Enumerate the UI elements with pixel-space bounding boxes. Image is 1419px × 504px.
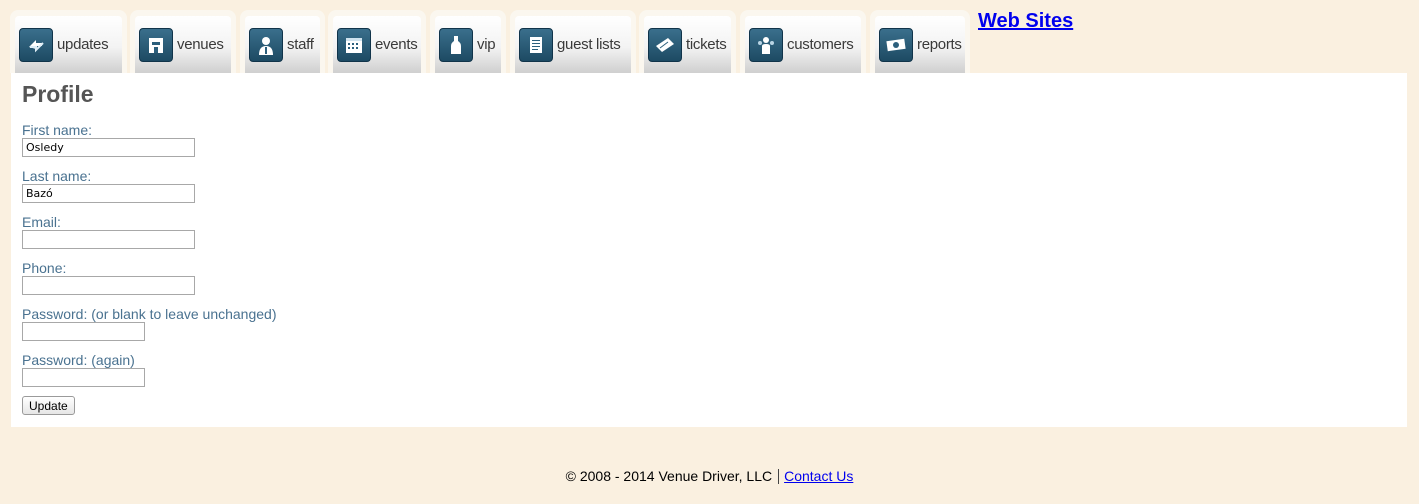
password-label: Password: (or blank to leave unchanged) <box>22 306 277 322</box>
bottle-icon <box>439 27 473 62</box>
tab-tickets-label: tickets <box>686 36 727 53</box>
tab-guest-lists-label: guest lists <box>557 36 621 53</box>
staff-person-icon <box>249 27 283 62</box>
customers-icon <box>749 27 783 62</box>
tab-customers-button[interactable]: customers <box>745 16 861 73</box>
main-nav: updates venues staff events vip guest li… <box>10 10 1410 74</box>
tab-vip-button[interactable]: vip <box>435 16 501 73</box>
profile-panel: Profile First name: Last name: Email: Ph… <box>11 73 1407 427</box>
copyright-text: © 2008 - 2014 Venue Driver, LLC <box>565 468 773 484</box>
tab-updates-button[interactable]: updates <box>15 16 122 73</box>
money-report-icon <box>879 27 913 62</box>
tab-vip-label: vip <box>477 36 496 53</box>
tab-staff[interactable]: staff <box>240 10 325 73</box>
tab-events-button[interactable]: events <box>333 16 421 73</box>
password-field-group: Password: (or blank to leave unchanged) <box>22 306 276 341</box>
tab-reports-label: reports <box>917 36 962 53</box>
password-again-input[interactable] <box>22 368 145 387</box>
tab-reports[interactable]: reports <box>870 10 970 73</box>
first-name-field-group: First name: <box>22 122 195 157</box>
tab-updates-label: updates <box>57 36 109 53</box>
last-name-input[interactable] <box>22 184 195 203</box>
venue-icon <box>139 27 173 62</box>
last-name-field-group: Last name: <box>22 168 195 203</box>
tab-guest-lists-button[interactable]: guest lists <box>515 16 631 73</box>
first-name-label: First name: <box>22 122 93 138</box>
tab-events-label: events <box>375 36 418 53</box>
tab-guest-lists[interactable]: guest lists <box>510 10 636 73</box>
first-name-input[interactable] <box>22 138 195 157</box>
list-document-icon <box>519 27 553 62</box>
tab-staff-button[interactable]: staff <box>245 16 320 73</box>
tab-updates[interactable]: updates <box>10 10 127 73</box>
email-label: Email: <box>22 214 61 230</box>
tab-reports-button[interactable]: reports <box>875 16 965 73</box>
phone-field-group: Phone: <box>22 260 195 295</box>
tab-venues[interactable]: venues <box>130 10 236 73</box>
tab-tickets-button[interactable]: tickets <box>644 16 731 73</box>
tab-venues-label: venues <box>177 36 224 53</box>
tab-customers[interactable]: customers <box>740 10 866 73</box>
footer: © 2008 - 2014 Venue Driver, LLC Contact U… <box>0 468 1419 484</box>
phone-input[interactable] <box>22 276 195 295</box>
password-again-field-group: Password: (again) <box>22 352 145 387</box>
footer-divider <box>778 469 780 484</box>
tab-venues-button[interactable]: venues <box>135 16 231 73</box>
last-name-label: Last name: <box>22 168 92 184</box>
email-input[interactable] <box>22 230 195 249</box>
password-input[interactable] <box>22 322 145 341</box>
tab-vip[interactable]: vip <box>430 10 506 73</box>
tab-customers-label: customers <box>787 36 854 53</box>
tickets-icon <box>648 27 682 62</box>
tab-staff-label: staff <box>287 36 314 53</box>
update-button[interactable]: Update <box>22 396 75 415</box>
tab-events[interactable]: events <box>328 10 426 73</box>
web-sites-link[interactable]: Web Sites <box>978 10 1073 33</box>
password-again-label: Password: (again) <box>22 352 135 368</box>
email-field-group: Email: <box>22 214 195 249</box>
updates-icon <box>19 27 53 62</box>
contact-us-link[interactable]: Contact Us <box>784 468 853 484</box>
calendar-icon <box>337 27 371 62</box>
phone-label: Phone: <box>22 260 67 276</box>
tab-tickets[interactable]: tickets <box>639 10 736 73</box>
page-title: Profile <box>22 81 94 107</box>
